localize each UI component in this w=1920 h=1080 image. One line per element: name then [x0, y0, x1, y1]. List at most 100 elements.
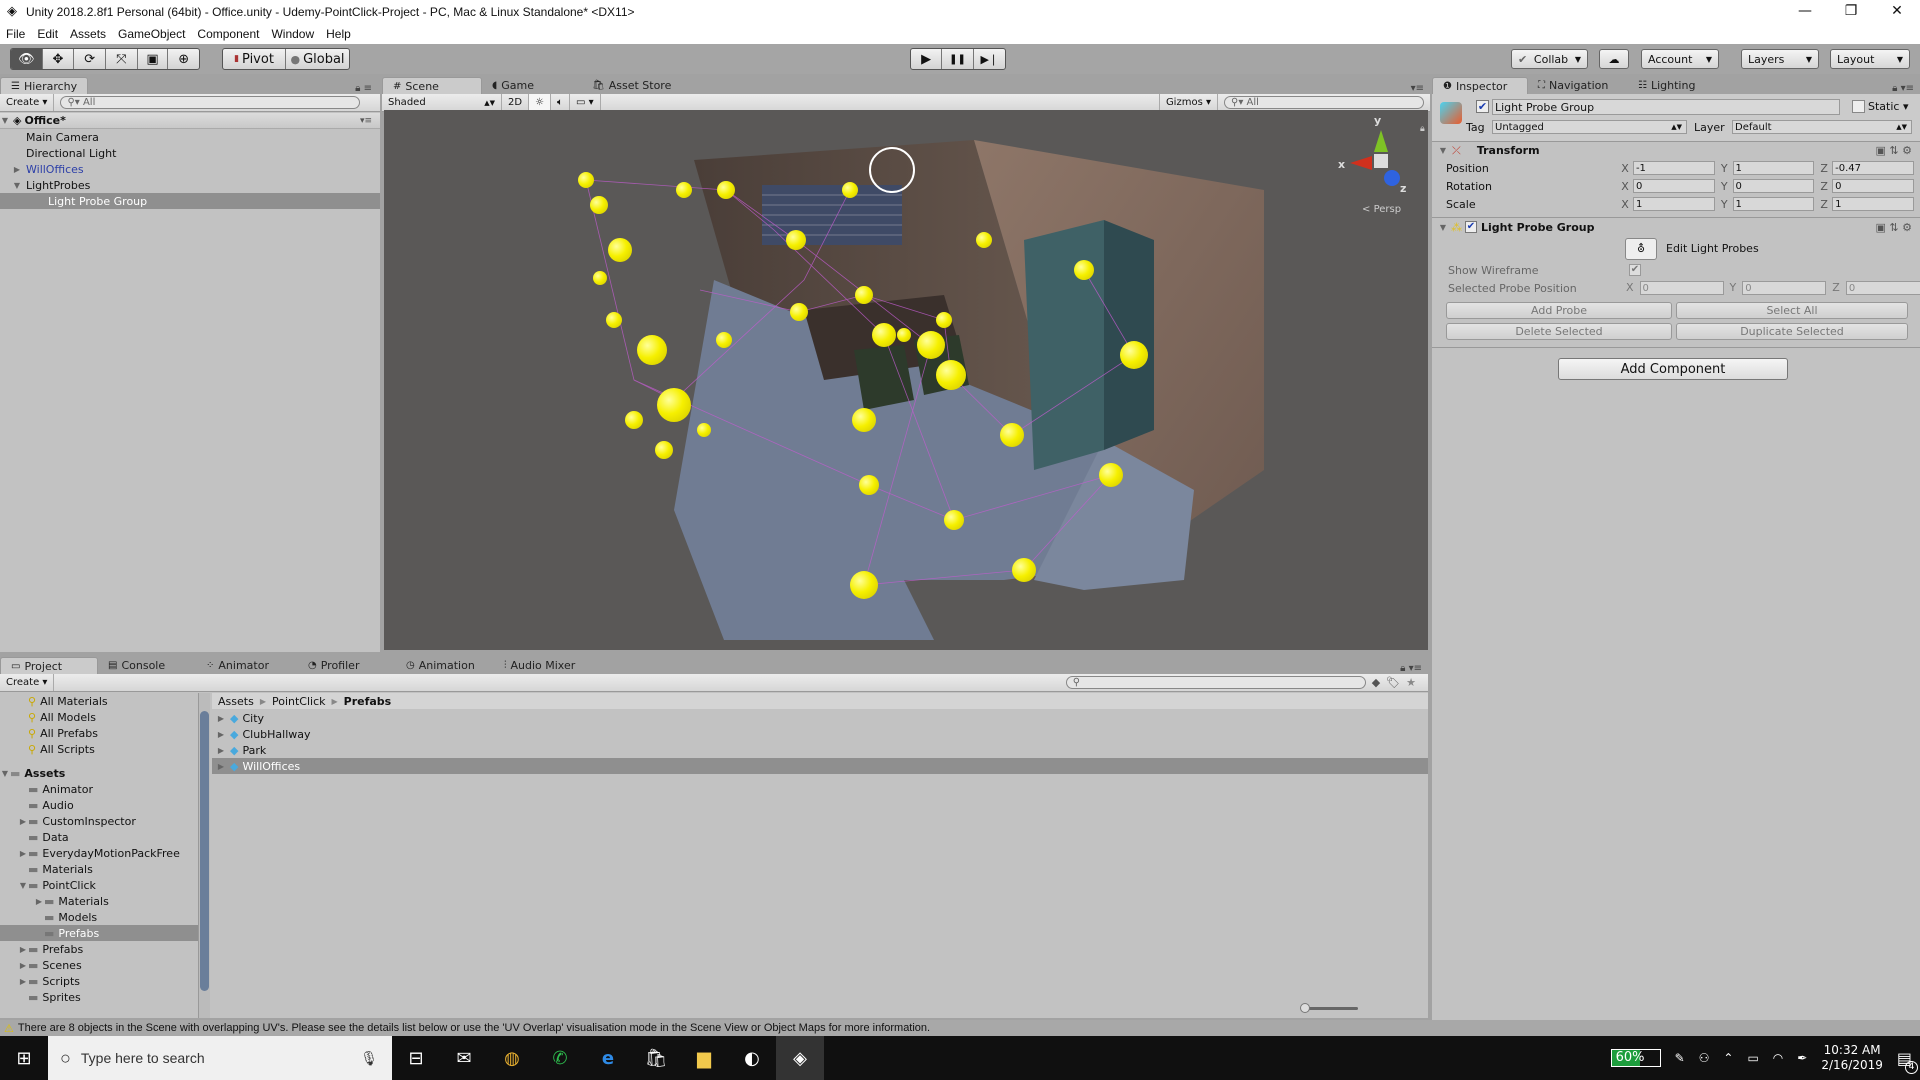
tab-project[interactable]: ▭ Project [0, 657, 98, 674]
tab-navigation[interactable]: ⛶ Navigation [1528, 77, 1628, 94]
favorite-item[interactable]: ⚲ All Materials [0, 693, 198, 709]
tab-audio-mixer[interactable]: ⫶ Audio Mixer [494, 657, 585, 674]
z-field[interactable]: 1 [1832, 197, 1914, 211]
add-probe-button[interactable]: Add Probe [1446, 302, 1672, 319]
tag-dropdown[interactable]: Untagged ▲▼ [1492, 120, 1687, 134]
component-tools-icon[interactable]: ▣ ⇅ ⚙ [1876, 144, 1912, 157]
tab-animation[interactable]: ◷ Animation [396, 657, 494, 674]
light-probe[interactable] [1099, 463, 1123, 487]
light-probe[interactable] [657, 388, 691, 422]
asset-item[interactable]: ▶ ◆ City [212, 710, 1428, 726]
light-probe[interactable] [606, 312, 622, 328]
pivot-button[interactable]: ▮ Pivot [223, 49, 287, 69]
icon-size-slider[interactable] [1300, 1003, 1358, 1013]
clock[interactable]: 10:32 AM 2/16/2019 [1821, 1043, 1883, 1073]
x-field[interactable]: -1 [1632, 161, 1715, 175]
collab-dropdown[interactable]: ✔ Collab ▼ [1511, 49, 1588, 69]
expand-icon[interactable]: ▶ [18, 977, 28, 986]
favorite-item[interactable]: ⚲ All Prefabs [0, 725, 198, 741]
light-probe[interactable] [976, 232, 992, 248]
slider-handle[interactable] [1300, 1003, 1310, 1013]
assets-root[interactable]: ▼ ▬ Assets [0, 765, 198, 781]
hierarchy-item[interactable]: Main Camera [0, 129, 380, 145]
duplicate-selected-button[interactable]: Duplicate Selected [1676, 323, 1908, 340]
inspector-lock-icon[interactable]: 🔒︎ ▾≡ [1892, 83, 1914, 94]
pen-icon[interactable]: ✎ [1675, 1051, 1685, 1065]
transform-tool-icon[interactable]: ⊕ [168, 49, 199, 69]
folder-item[interactable]: ▶ ▬ CustomInspector [0, 813, 198, 829]
favorite-item[interactable]: ⚲ All Scripts [0, 741, 198, 757]
menu-assets[interactable]: Assets [64, 27, 112, 41]
taskbar-search[interactable]: ○ Type here to search 🎙︎ [48, 1036, 392, 1080]
layout-dropdown[interactable]: Layout ▼ [1830, 49, 1910, 69]
light-probe[interactable] [578, 172, 594, 188]
audio-toggle-icon[interactable]: 🔈︎ [551, 94, 571, 111]
lpg-header[interactable]: ▼ ⁂ ✔ Light Probe Group ▣ ⇅ ⚙ [1432, 218, 1920, 236]
folder-item[interactable]: ▶ ▬ Scenes [0, 957, 198, 973]
light-probe[interactable] [850, 571, 878, 599]
menu-help[interactable]: Help [320, 27, 357, 41]
menu-edit[interactable]: Edit [31, 27, 64, 41]
gizmo-lock-icon[interactable]: 🔒︎ [1420, 124, 1425, 134]
expand-icon[interactable]: ▶ [216, 746, 226, 755]
folder-item[interactable]: ▬ Data [0, 829, 198, 845]
menu-component[interactable]: Component [191, 27, 265, 41]
light-probe[interactable] [859, 475, 879, 495]
light-probe[interactable] [1012, 558, 1036, 582]
global-button[interactable]: ● Global [286, 49, 349, 69]
power-icon[interactable]: ▭ [1747, 1051, 1758, 1065]
create-dropdown[interactable]: Create ▾ [0, 674, 55, 691]
chrome-icon[interactable]: ◍ [488, 1036, 536, 1080]
menu-file[interactable]: File [0, 27, 31, 41]
layer-dropdown[interactable]: Default ▲▼ [1732, 120, 1912, 134]
rotate-tool-icon[interactable]: ⟳ [74, 49, 107, 69]
light-probe[interactable] [936, 312, 952, 328]
close-button[interactable]: ✕ [1874, 0, 1920, 24]
account-dropdown[interactable]: Account ▼ [1641, 49, 1719, 69]
layers-dropdown[interactable]: Layers ▼ [1741, 49, 1819, 69]
expand-icon[interactable]: ▼ [12, 181, 22, 190]
tab-animator[interactable]: ⁘ Animator [196, 657, 298, 674]
expand-icon[interactable]: ▶ [18, 961, 28, 970]
light-probe[interactable] [1074, 260, 1094, 280]
scrollbar-thumb[interactable] [200, 711, 209, 991]
edit-probes-button[interactable]: ⛢ [1625, 238, 1657, 260]
task-view-icon[interactable]: ⊟ [392, 1036, 440, 1080]
transform-header[interactable]: ▼ ⤫ Transform ▣ ⇅ ⚙ [1432, 142, 1920, 159]
tab-inspector[interactable]: ❶ Inspector [1432, 77, 1528, 94]
start-button[interactable]: ⊞ [0, 1036, 48, 1080]
battery-indicator[interactable]: 60% [1610, 1049, 1661, 1067]
breadcrumb-pointclick[interactable]: PointClick [272, 695, 326, 708]
effects-dropdown-icon[interactable]: ▭ ▾ [570, 94, 601, 111]
probe-y-field[interactable]: 0 [1742, 281, 1827, 295]
minimize-button[interactable]: — [1782, 0, 1828, 24]
breadcrumb-prefabs[interactable]: Prefabs [344, 695, 392, 708]
folder-item[interactable]: ▬ Sprites [0, 989, 198, 1005]
light-probe[interactable] [697, 423, 711, 437]
light-probe[interactable] [593, 271, 607, 285]
select-all-button[interactable]: Select All [1676, 302, 1908, 319]
folder-item[interactable]: ▬ Audio [0, 797, 198, 813]
light-probe[interactable] [872, 323, 896, 347]
panel-menu-icon[interactable]: ▾≡ [1411, 83, 1424, 94]
light-probe[interactable] [944, 510, 964, 530]
expand-icon[interactable]: ▶ [216, 714, 226, 723]
expand-icon[interactable]: ▶ [18, 849, 28, 858]
lock-icon[interactable]: 🔒︎ ≡ [355, 83, 372, 94]
light-probe[interactable] [917, 331, 945, 359]
delete-selected-button[interactable]: Delete Selected [1446, 323, 1672, 340]
folder-item[interactable]: ▼ ▬ PointClick [0, 877, 198, 893]
unity-taskbar-icon[interactable]: ◈ [776, 1036, 824, 1080]
edge-icon[interactable]: e [584, 1036, 632, 1080]
cloud-button[interactable]: ☁ [1599, 49, 1629, 69]
light-probe[interactable] [855, 286, 873, 304]
light-probe[interactable] [717, 181, 735, 199]
tab-lighting[interactable]: ☷ Lighting [1628, 77, 1705, 94]
orientation-gizmo[interactable]: y x z < Persp 🔒︎ [1338, 114, 1425, 216]
light-probe[interactable] [625, 411, 643, 429]
expand-icon[interactable]: ▼ [18, 881, 28, 890]
shading-dropdown[interactable]: Shaded ▲▼ [382, 94, 502, 111]
z-field[interactable]: 0 [1832, 179, 1914, 193]
folder-item[interactable]: ▬ Prefabs [0, 925, 198, 941]
y-field[interactable]: 1 [1732, 197, 1815, 211]
